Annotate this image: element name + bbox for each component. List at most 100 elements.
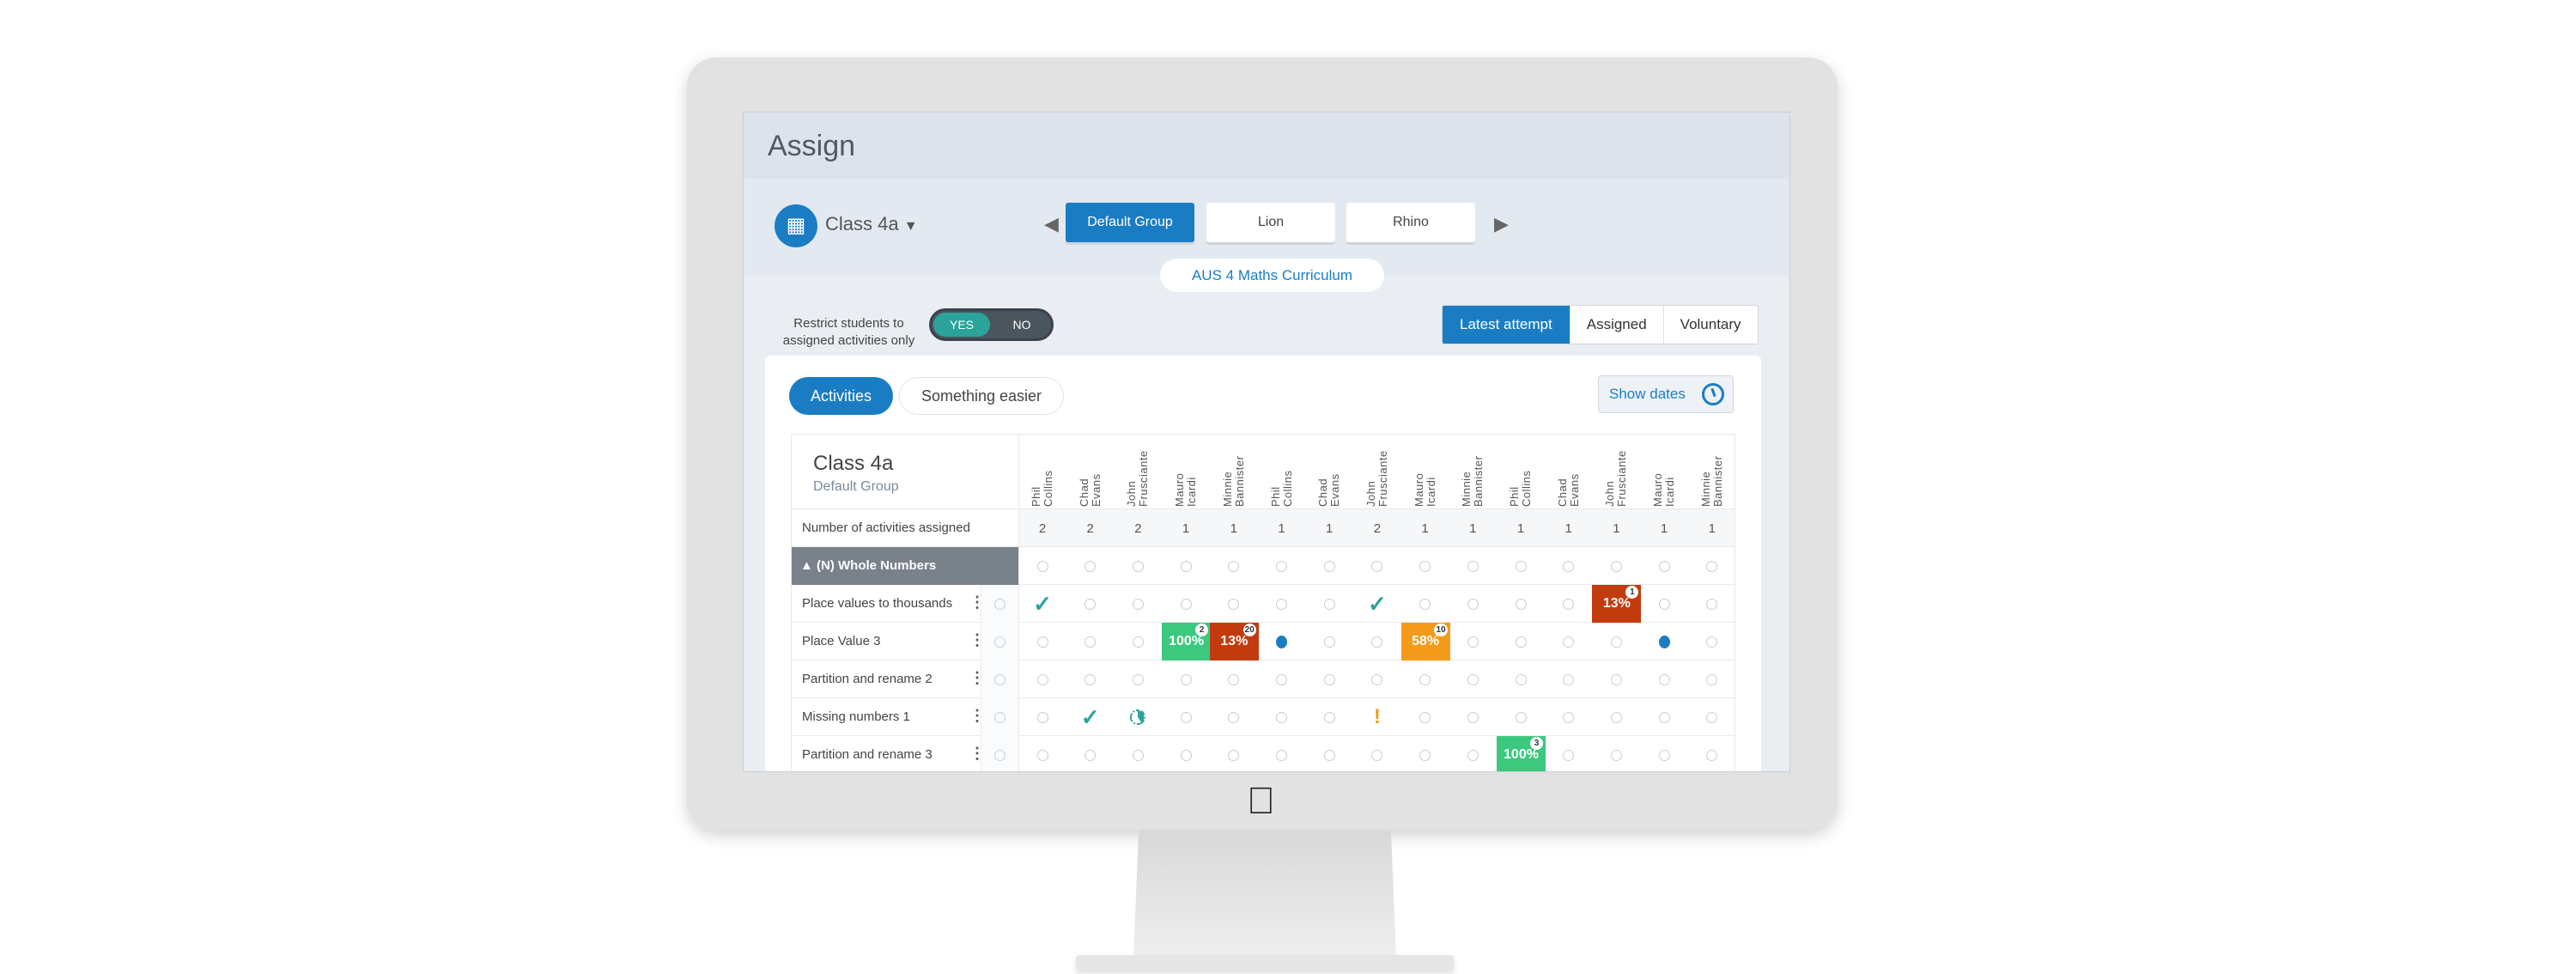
assign-cell[interactable] [1688, 585, 1736, 623]
assign-cell[interactable] [1592, 660, 1640, 698]
assign-cell[interactable] [1210, 660, 1258, 698]
select-all-circle-icon[interactable] [994, 673, 1005, 685]
assign-cell[interactable] [1497, 623, 1545, 660]
tab-assigned[interactable]: Assigned [1569, 306, 1663, 344]
assign-cell[interactable] [1162, 698, 1210, 736]
assign-cell[interactable] [1592, 547, 1640, 585]
tab-activities[interactable]: Activities [789, 377, 893, 415]
assign-cell[interactable] [1210, 736, 1258, 771]
assign-cell[interactable] [1210, 547, 1258, 585]
group-header-toggle[interactable]: ▲ (N) Whole Numbers [792, 547, 1018, 585]
assign-cell[interactable] [1210, 698, 1258, 736]
assign-cell[interactable] [1640, 623, 1688, 660]
assign-cell[interactable] [1162, 547, 1210, 585]
restrict-toggle[interactable]: YES NO [929, 308, 1054, 341]
student-column-header[interactable]: Mauro Icardi [1401, 440, 1449, 507]
assign-cell[interactable] [1305, 698, 1353, 736]
assign-cell[interactable] [1545, 585, 1593, 623]
assign-cell[interactable] [1305, 547, 1353, 585]
assign-cell[interactable] [1640, 736, 1688, 771]
assign-cell[interactable] [1449, 660, 1497, 698]
assign-cell[interactable] [1353, 623, 1401, 660]
assign-cell[interactable] [1449, 547, 1497, 585]
select-all-circle-icon[interactable] [994, 749, 1005, 761]
class-group-icon[interactable]: ▦ [775, 204, 817, 247]
assign-cell[interactable] [1545, 623, 1593, 660]
assign-cell[interactable] [1497, 698, 1545, 736]
assign-cell[interactable] [1162, 660, 1210, 698]
assign-cell[interactable] [1305, 660, 1353, 698]
group-tab-rhino[interactable]: Rhino [1346, 203, 1475, 242]
assign-cell[interactable]: ✓ [1353, 585, 1401, 623]
assign-cell[interactable] [1640, 585, 1688, 623]
assign-cell[interactable] [1497, 547, 1545, 585]
score-cell[interactable]: 13% 20 [1209, 623, 1259, 660]
assign-cell[interactable] [1066, 623, 1115, 660]
assign-cell[interactable] [1258, 585, 1306, 623]
score-cell[interactable]: 13% 1 [1592, 585, 1642, 623]
assign-cell[interactable] [1066, 736, 1115, 771]
assign-cell[interactable] [1449, 585, 1497, 623]
assign-cell[interactable] [1114, 698, 1162, 736]
assign-cell[interactable] [1305, 585, 1353, 623]
student-column-header[interactable]: Chad Evans [1545, 440, 1593, 507]
assign-cell[interactable] [1114, 547, 1162, 585]
assign-cell[interactable] [1305, 623, 1353, 660]
assign-cell[interactable] [1545, 698, 1593, 736]
select-all-circle-icon[interactable] [994, 711, 1005, 723]
assign-cell[interactable] [1545, 660, 1593, 698]
assign-cell[interactable] [1401, 698, 1449, 736]
student-column-header[interactable]: Minnie Bannister [1449, 440, 1497, 507]
assign-cell[interactable] [1210, 585, 1258, 623]
student-column-header[interactable]: Minnie Bannister [1688, 440, 1736, 507]
assign-cell[interactable] [1688, 547, 1736, 585]
assign-cell[interactable] [1449, 736, 1497, 771]
select-all-circle-icon[interactable] [994, 598, 1005, 610]
student-column-header[interactable]: John Frusciante [1114, 440, 1162, 507]
assign-cell[interactable] [1258, 736, 1306, 771]
assign-cell[interactable] [1688, 623, 1736, 660]
group-tab-default[interactable]: Default Group [1066, 203, 1194, 242]
assign-cell[interactable] [1592, 698, 1640, 736]
assign-cell[interactable] [1640, 660, 1688, 698]
assign-cell[interactable] [1353, 660, 1401, 698]
assign-cell[interactable] [1401, 736, 1449, 771]
assign-cell[interactable] [1258, 698, 1306, 736]
assign-cell[interactable] [1018, 547, 1066, 585]
score-cell[interactable]: 58% 10 [1400, 623, 1450, 660]
assign-cell[interactable] [1497, 660, 1545, 698]
student-column-header[interactable]: Minnie Bannister [1210, 440, 1258, 507]
assign-cell[interactable] [1066, 547, 1115, 585]
assign-cell[interactable] [1018, 623, 1066, 660]
assign-cell[interactable] [1688, 660, 1736, 698]
tab-voluntary[interactable]: Voluntary [1662, 306, 1758, 344]
assign-cell[interactable] [1353, 547, 1401, 585]
prev-group-arrow-icon[interactable]: ◀ [1044, 213, 1059, 235]
student-column-header[interactable]: Phil Collins [1258, 440, 1306, 507]
student-column-header[interactable]: John Frusciante [1592, 440, 1640, 507]
assign-cell[interactable] [1640, 547, 1688, 585]
assign-cell[interactable]: ✓ [1066, 698, 1115, 736]
tab-something-easier[interactable]: Something easier [899, 377, 1064, 415]
next-group-arrow-icon[interactable]: ▶ [1494, 213, 1509, 235]
assign-cell[interactable] [1258, 547, 1306, 585]
assign-cell[interactable] [1258, 623, 1306, 660]
assign-cell[interactable] [1018, 698, 1066, 736]
assign-cell[interactable] [1545, 736, 1593, 771]
assign-cell[interactable] [1497, 585, 1545, 623]
student-column-header[interactable]: John Frusciante [1353, 440, 1401, 507]
assign-cell[interactable] [1401, 585, 1449, 623]
toggle-no[interactable]: NO [1000, 313, 1043, 337]
assign-cell[interactable] [1162, 585, 1210, 623]
assign-cell[interactable] [1162, 736, 1210, 771]
assign-cell[interactable] [1114, 585, 1162, 623]
assign-cell[interactable] [1353, 736, 1401, 771]
student-column-header[interactable]: Mauro Icardi [1640, 440, 1688, 507]
assign-cell[interactable] [1401, 547, 1449, 585]
student-column-header[interactable]: Mauro Icardi [1162, 440, 1210, 507]
assign-cell[interactable] [1114, 660, 1162, 698]
student-column-header[interactable]: Chad Evans [1066, 440, 1115, 507]
assign-cell[interactable] [1545, 547, 1593, 585]
class-selector[interactable]: Class 4a ▼ [825, 213, 918, 235]
assign-cell[interactable] [1114, 736, 1162, 771]
